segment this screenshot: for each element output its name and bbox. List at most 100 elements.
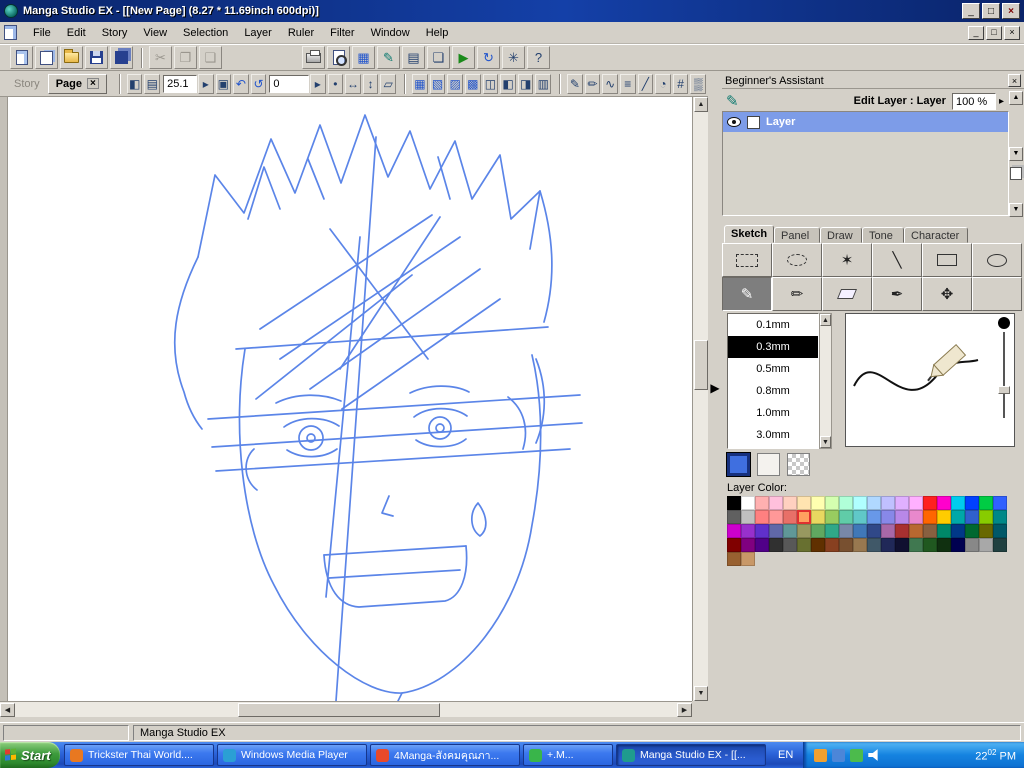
rotate-view-button[interactable]: ↺ bbox=[250, 73, 267, 94]
palette-color-swatch[interactable] bbox=[965, 524, 979, 538]
size-slider-track[interactable] bbox=[1003, 332, 1005, 418]
palette-color-swatch[interactable] bbox=[783, 510, 797, 524]
palette-color-swatch[interactable] bbox=[909, 538, 923, 552]
palette-color-swatch[interactable] bbox=[853, 538, 867, 552]
menu-edit[interactable]: Edit bbox=[59, 24, 94, 42]
tab-draw[interactable]: Draw bbox=[820, 227, 862, 243]
palette-color-swatch[interactable] bbox=[923, 524, 937, 538]
palette-color-swatch[interactable] bbox=[797, 496, 811, 510]
pen-size-option[interactable]: 0.5mm bbox=[728, 358, 818, 380]
palette-color-swatch[interactable] bbox=[979, 538, 993, 552]
menu-file[interactable]: File bbox=[25, 24, 59, 42]
child-restore-button[interactable]: □ bbox=[986, 25, 1002, 40]
actions-button[interactable]: ▶ bbox=[452, 46, 475, 69]
palette-color-swatch[interactable] bbox=[755, 496, 769, 510]
panel-border-button[interactable]: ◫ bbox=[482, 73, 499, 94]
palette-color-swatch[interactable] bbox=[741, 538, 755, 552]
menu-view[interactable]: View bbox=[135, 24, 175, 42]
taskbar-item-media-player[interactable]: Windows Media Player bbox=[217, 744, 367, 766]
menu-window[interactable]: Window bbox=[363, 24, 418, 42]
palette-color-swatch[interactable] bbox=[797, 510, 811, 524]
palette-color-swatch[interactable] bbox=[825, 524, 839, 538]
tab-character[interactable]: Character bbox=[904, 227, 968, 243]
palette-color-swatch[interactable] bbox=[853, 496, 867, 510]
canvas-page[interactable] bbox=[7, 97, 692, 701]
palette-color-swatch[interactable] bbox=[867, 524, 881, 538]
save-all-button[interactable] bbox=[110, 46, 133, 69]
story-manager-button[interactable]: ▤ bbox=[402, 46, 425, 69]
palette-color-swatch[interactable] bbox=[881, 496, 895, 510]
palette-color-swatch[interactable] bbox=[895, 524, 909, 538]
layer-thumbnail[interactable] bbox=[747, 115, 760, 129]
palette-color-swatch[interactable] bbox=[951, 496, 965, 510]
open-button[interactable] bbox=[60, 46, 83, 69]
clock[interactable]: 2202 PM bbox=[975, 748, 1016, 763]
palette-color-swatch[interactable] bbox=[839, 524, 853, 538]
layer-row[interactable]: Layer bbox=[723, 112, 1008, 132]
palette-color-swatch[interactable] bbox=[951, 524, 965, 538]
help-button[interactable]: ? bbox=[527, 46, 550, 69]
minimize-button[interactable]: _ bbox=[962, 3, 980, 19]
palette-color-swatch[interactable] bbox=[993, 496, 1007, 510]
palette-color-swatch[interactable] bbox=[811, 538, 825, 552]
settings-button[interactable]: ✳ bbox=[502, 46, 525, 69]
pen-size-scrollbar[interactable]: ▲ ▼ bbox=[819, 313, 832, 449]
palette-color-swatch[interactable] bbox=[853, 524, 867, 538]
palette-color-swatch[interactable] bbox=[923, 538, 937, 552]
palette-color-swatch[interactable] bbox=[993, 538, 1007, 552]
layer-manager-button[interactable]: ❏ bbox=[427, 46, 450, 69]
palette-color-swatch[interactable] bbox=[769, 496, 783, 510]
tab-sketch[interactable]: Sketch bbox=[724, 225, 774, 243]
palette-color-swatch[interactable] bbox=[727, 538, 741, 552]
palette-color-swatch[interactable] bbox=[895, 510, 909, 524]
marquee-tool-button[interactable] bbox=[722, 243, 772, 277]
palette-color-swatch[interactable] bbox=[769, 524, 783, 538]
snap-grid-button[interactable]: ▨ bbox=[447, 73, 463, 94]
palette-color-swatch[interactable] bbox=[783, 538, 797, 552]
pen-size-option[interactable]: 3.0mm bbox=[728, 424, 818, 446]
rotation-value[interactable]: 0 bbox=[269, 74, 309, 93]
vertical-scrollbar[interactable]: ▲ ▼ bbox=[692, 97, 708, 701]
snap-guides-button[interactable]: ▩ bbox=[464, 73, 481, 94]
palette-color-swatch[interactable] bbox=[937, 524, 951, 538]
palette-color-swatch[interactable] bbox=[825, 496, 839, 510]
history-button[interactable]: ↻ bbox=[477, 46, 500, 69]
zoom-menu-arrow[interactable]: ▸ bbox=[197, 73, 214, 94]
network-icon[interactable] bbox=[832, 748, 846, 762]
beginners-assistant-button[interactable]: ✎ bbox=[377, 46, 400, 69]
horizontal-scrollbar[interactable]: ◀ ▶ bbox=[0, 701, 692, 717]
move-tool-button[interactable]: ✥ bbox=[922, 277, 972, 311]
line-tool-button[interactable]: ╲ bbox=[872, 243, 922, 277]
taskbar-item-trickster[interactable]: Trickster Thai World.... bbox=[64, 744, 214, 766]
brush-tool-button[interactable]: ✒ bbox=[872, 277, 922, 311]
palette-color-swatch[interactable] bbox=[965, 510, 979, 524]
zoom-value[interactable]: 25.1 bbox=[163, 74, 197, 93]
show-grid-button[interactable]: ▦ bbox=[412, 73, 428, 94]
tab-panel[interactable]: Panel bbox=[774, 227, 820, 243]
layer-list[interactable]: Layer bbox=[722, 111, 1009, 216]
palette-color-swatch[interactable] bbox=[867, 510, 881, 524]
palette-color-swatch[interactable] bbox=[769, 510, 783, 524]
palette-color-swatch[interactable] bbox=[937, 538, 951, 552]
maximize-button[interactable]: □ bbox=[982, 3, 1000, 19]
page-tab-close-icon[interactable]: × bbox=[86, 78, 99, 89]
color-swatch-transparent[interactable] bbox=[787, 453, 810, 476]
palette-color-swatch[interactable] bbox=[895, 496, 909, 510]
taskbar-item-manga-studio[interactable]: Manga Studio EX - [[... bbox=[616, 744, 766, 766]
print-area-button[interactable]: ▥ bbox=[535, 73, 552, 94]
palette-color-swatch[interactable] bbox=[881, 510, 895, 524]
palette-color-swatch[interactable] bbox=[825, 538, 839, 552]
pen-scroll-down-icon[interactable]: ▼ bbox=[820, 436, 831, 448]
child-minimize-button[interactable]: _ bbox=[968, 25, 984, 40]
new-layer-icon[interactable] bbox=[1010, 167, 1022, 180]
scroll-left-icon[interactable]: ◀ bbox=[0, 703, 15, 717]
pen-size-list[interactable]: 0.1mm 0.3mm 0.5mm 0.8mm 1.0mm 3.0mm bbox=[727, 313, 819, 449]
palette-color-swatch[interactable] bbox=[979, 510, 993, 524]
palette-color-swatch[interactable] bbox=[741, 510, 755, 524]
page-spread-button[interactable]: ◨ bbox=[517, 73, 534, 94]
show-ruler-button[interactable]: ∿ bbox=[602, 73, 618, 94]
menu-selection[interactable]: Selection bbox=[175, 24, 236, 42]
palette-color-swatch[interactable] bbox=[923, 496, 937, 510]
palette-color-swatch[interactable] bbox=[811, 496, 825, 510]
palette-color-swatch[interactable] bbox=[993, 524, 1007, 538]
